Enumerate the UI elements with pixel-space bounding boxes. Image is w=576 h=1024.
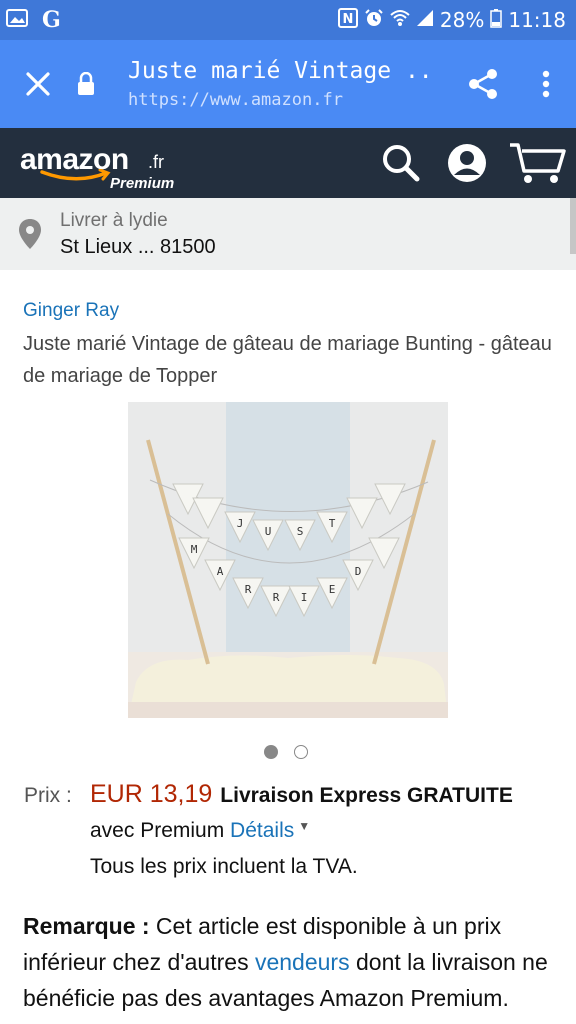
- clock: 11:18: [508, 8, 566, 32]
- price-block: Prix : EUR 13,19 Livraison Express GRATU…: [24, 780, 564, 879]
- price-value: EUR 13,19: [90, 780, 213, 808]
- more-vert-icon: [542, 70, 550, 98]
- app-notification-icon: G: [42, 7, 61, 33]
- flag-bottom-6-letter: E: [329, 583, 336, 596]
- share-button[interactable]: [450, 40, 516, 128]
- location-pin-icon: [0, 218, 60, 250]
- overflow-menu-button[interactable]: [516, 40, 576, 128]
- remark-label: Remarque :: [23, 913, 150, 939]
- signal-icon: [416, 8, 434, 32]
- status-bar: G N 28% 11:18: [0, 0, 576, 40]
- product-header: Ginger Ray Juste marié Vintage de gâteau…: [23, 300, 558, 392]
- battery-icon: [490, 8, 503, 33]
- browser-toolbar: Juste marié Vintage ... https://www.amaz…: [0, 40, 576, 128]
- flag-top-6-letter: T: [329, 517, 336, 530]
- flag-bottom-3-letter: R: [245, 583, 252, 596]
- amazon-logo[interactable]: amazon .fr Premium: [20, 133, 200, 193]
- tva-note: Tous les prix incluent la TVA.: [90, 855, 358, 878]
- flag-bottom-2-letter: A: [217, 565, 224, 578]
- gallery-icon: [6, 9, 28, 31]
- pager-dot-2[interactable]: [294, 745, 308, 759]
- cart-icon: [510, 143, 566, 183]
- price-label: Prix :: [24, 784, 72, 807]
- lock-icon: [76, 72, 128, 96]
- flag-top-3-letter: J: [237, 517, 244, 530]
- free-delivery-text: Livraison Express GRATUITE: [220, 784, 513, 807]
- share-icon: [469, 69, 497, 99]
- premium-text: avec Premium: [90, 819, 225, 842]
- product-image[interactable]: J U S T M A R R I E D: [128, 402, 448, 718]
- deliver-to-label: Livrer à lydie: [60, 209, 168, 231]
- flag-top-5-letter: S: [297, 525, 304, 538]
- close-tab-button[interactable]: [0, 40, 76, 128]
- cart-button[interactable]: [500, 128, 576, 198]
- flag-bottom-5-letter: I: [301, 591, 308, 604]
- flag-bottom-4-letter: R: [273, 591, 280, 604]
- alarm-icon: [364, 8, 384, 33]
- wifi-icon: [390, 8, 410, 32]
- logo-domain: .fr: [148, 152, 164, 172]
- details-link[interactable]: Détails: [230, 819, 294, 842]
- delivery-location-bar[interactable]: Livrer à lydie St Lieux ... 81500: [0, 198, 576, 270]
- sellers-link[interactable]: vendeurs: [255, 949, 350, 975]
- delivery-address: St Lieux ... 81500: [60, 235, 216, 258]
- account-icon: [448, 144, 486, 182]
- page-title: Juste marié Vintage ...: [128, 58, 428, 84]
- battery-percent: 28%: [439, 8, 485, 32]
- image-pager: [264, 745, 308, 759]
- smile-icon: [40, 169, 111, 181]
- caret-down-icon[interactable]: ▼: [298, 819, 310, 833]
- brand-link[interactable]: Ginger Ray: [23, 300, 558, 322]
- nfc-icon: N: [337, 7, 358, 33]
- amazon-header: amazon .fr Premium: [0, 128, 576, 198]
- flag-bottom-1-letter: M: [191, 543, 198, 556]
- pager-dot-1[interactable]: [264, 745, 278, 759]
- account-button[interactable]: [434, 128, 500, 198]
- search-icon: [383, 145, 420, 182]
- flag-top-4-letter: U: [265, 525, 272, 538]
- flag-bottom-7-letter: D: [355, 565, 362, 578]
- product-title: Juste marié Vintage de gâteau de mariage…: [23, 333, 552, 387]
- page-url: https://www.amazon.fr: [128, 90, 343, 110]
- address-bar[interactable]: Juste marié Vintage ... https://www.amaz…: [128, 58, 450, 110]
- search-button[interactable]: [368, 128, 434, 198]
- close-icon: [26, 72, 50, 96]
- svg-text:N: N: [342, 12, 353, 27]
- logo-premium: Premium: [110, 175, 175, 192]
- remark-note: Remarque : Cet article est disponible à …: [23, 908, 558, 1016]
- scrollbar[interactable]: [570, 198, 576, 254]
